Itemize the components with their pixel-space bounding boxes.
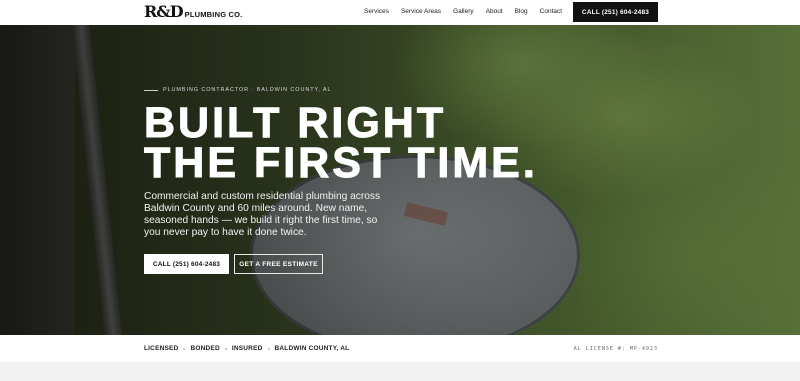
main-nav: Services Service Areas Gallery About Blo…	[364, 8, 574, 15]
hero-subtext: Commercial and custom residential plumbi…	[144, 191, 381, 238]
headline-line-1: BUILT RIGHT	[144, 99, 447, 147]
logo-text: PLUMBING CO.	[184, 10, 243, 19]
license-number: AL LICENSE #: MP-4923	[573, 346, 658, 352]
trust-items: LICENSED BONDED INSURED BALDWIN COUNTY, …	[144, 345, 349, 352]
nav-link-services[interactable]: Services	[364, 8, 389, 15]
logo[interactable]: R&D PLUMBING CO.	[144, 3, 242, 21]
trust-item-bonded: BONDED	[190, 345, 220, 352]
trust-item-location: BALDWIN COUNTY, AL	[274, 345, 350, 352]
nav-link-blog[interactable]: Blog	[515, 8, 528, 15]
site-header: R&D PLUMBING CO. Services Service Areas …	[0, 0, 800, 25]
logo-mark: R&D	[144, 2, 184, 21]
hero-call-button[interactable]: CALL (251) 604-2483	[144, 254, 229, 274]
trust-bar: LICENSED BONDED INSURED BALDWIN COUNTY, …	[0, 335, 800, 362]
nav-link-service-areas[interactable]: Service Areas	[401, 8, 441, 15]
hero: PLUMBING CONTRACTOR · BALDWIN COUNTY, AL…	[0, 25, 800, 335]
header-call-button[interactable]: CALL (251) 604-2483	[573, 2, 658, 22]
separator-dot	[183, 347, 186, 350]
separator-dot	[224, 347, 227, 350]
eyebrow-line	[144, 89, 158, 91]
nav-link-gallery[interactable]: Gallery	[453, 8, 474, 15]
nav-link-about[interactable]: About	[486, 8, 503, 15]
free-estimate-button[interactable]: GET A FREE ESTIMATE	[234, 254, 323, 274]
eyebrow-text: PLUMBING CONTRACTOR · BALDWIN COUNTY, AL	[163, 87, 332, 93]
hero-eyebrow: PLUMBING CONTRACTOR · BALDWIN COUNTY, AL	[144, 87, 331, 93]
headline-line-2: THE FIRST TIME.	[144, 139, 538, 187]
nav-link-contact[interactable]: Contact	[540, 8, 562, 15]
hero-headline: BUILT RIGHT THE FIRST TIME.	[144, 99, 538, 187]
trust-item-licensed: LICENSED	[144, 345, 179, 352]
trust-item-insured: INSURED	[231, 345, 263, 352]
separator-dot	[267, 347, 270, 350]
next-section-edge	[0, 362, 800, 381]
